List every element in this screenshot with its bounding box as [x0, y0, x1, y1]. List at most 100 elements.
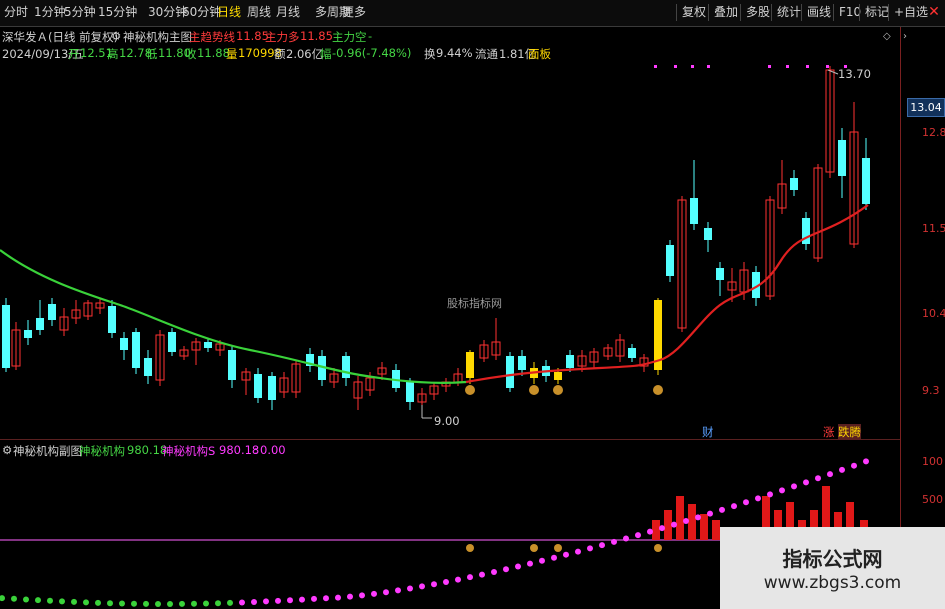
sub-signal-dot	[215, 600, 221, 607]
candle-body	[704, 228, 712, 240]
signal-dot	[806, 65, 809, 68]
signal-dot	[768, 65, 771, 68]
money-bag-icon	[465, 385, 475, 395]
sub-signal-dot	[263, 598, 269, 605]
sub-signal-dot	[143, 600, 149, 607]
signal-dot	[826, 65, 829, 68]
sub-signal-dot	[155, 600, 161, 607]
sub-signal-dot	[119, 600, 125, 607]
right-axis-divider	[900, 27, 901, 609]
candle-body	[566, 355, 574, 368]
sub-signal-dot	[839, 466, 845, 473]
sub-signal-dot	[767, 491, 773, 498]
candle-body	[144, 358, 152, 376]
candle-body	[228, 350, 236, 380]
sub-signal-dot	[515, 563, 521, 570]
candle-body	[342, 356, 350, 378]
sub-signal-dot	[383, 589, 389, 596]
sub-signal-dot	[599, 542, 605, 549]
money-bag-icon	[529, 385, 539, 395]
sub-signal-dot	[791, 483, 797, 490]
candle-body	[48, 304, 56, 320]
sub-signal-dot	[467, 574, 473, 581]
sub-signal-dot	[323, 595, 329, 602]
close-icon[interactable]: ✕	[925, 3, 943, 21]
sub-signal-dot	[47, 597, 53, 604]
sub-signal-dot	[131, 600, 137, 607]
sub-bag-icon	[466, 544, 474, 552]
y-tick-4: 9.3	[922, 384, 940, 397]
sub-signal-dot	[275, 597, 281, 604]
sub-signal-dot	[179, 600, 185, 607]
sub-signal-dot	[299, 596, 305, 603]
sub-signal-dot	[395, 587, 401, 594]
candle-body	[554, 372, 562, 380]
candle-body	[690, 198, 698, 224]
sub-signal-dot	[827, 471, 833, 478]
candle-body	[506, 356, 514, 388]
sub-volume-bar	[676, 496, 684, 540]
sub-signal-dot	[59, 598, 65, 605]
sub-signal-dot	[227, 599, 233, 606]
sub-signal-dot	[347, 593, 353, 600]
sub-signal-dot	[203, 600, 209, 607]
sub-signal-dot	[431, 581, 437, 588]
sub-signal-dot	[719, 506, 725, 513]
sub-signal-dot	[815, 475, 821, 482]
sub-volume-bar	[688, 504, 696, 540]
sub-signal-dot	[527, 560, 533, 567]
sub-signal-dot	[575, 548, 581, 555]
kline-chart[interactable]	[0, 0, 900, 609]
candle-body	[518, 356, 526, 370]
sub-signal-dot	[83, 599, 89, 606]
sub-signal-dot	[107, 600, 113, 607]
candle-body	[2, 305, 10, 368]
y-tick-2: 11.5	[922, 222, 945, 235]
sub-signal-dot	[251, 598, 257, 605]
sub-bag-icon	[554, 544, 562, 552]
sub-volume-bar	[712, 520, 720, 540]
sub-volume-bar	[652, 520, 660, 540]
sub-signal-dot	[359, 592, 365, 599]
candle-body	[36, 318, 44, 330]
signal-dot	[786, 65, 789, 68]
sub-signal-dot	[695, 514, 701, 521]
candle-body	[466, 352, 474, 378]
sub-signal-dot	[23, 596, 29, 603]
sub-y-tick-1: 100	[922, 455, 943, 468]
candle-body	[24, 330, 32, 338]
candle-body	[108, 306, 116, 333]
sub-bag-icon	[654, 544, 662, 552]
candle-body	[790, 178, 798, 190]
candle-body	[132, 332, 140, 368]
expand-icon[interactable]: ›	[903, 31, 907, 42]
signal-dot	[691, 65, 694, 68]
sub-signal-dot	[311, 595, 317, 602]
candle-body	[862, 158, 870, 204]
sub-signal-dot	[755, 495, 761, 502]
sub-signal-dot	[779, 487, 785, 494]
sub-signal-dot	[95, 599, 101, 606]
candle-body	[716, 268, 724, 280]
sub-signal-dot	[659, 525, 665, 532]
sub-signal-dot	[551, 554, 557, 561]
sub-signal-dot	[287, 597, 293, 604]
sub-signal-dot	[683, 517, 689, 524]
sub-signal-dot	[167, 600, 173, 607]
sub-signal-dot	[371, 590, 377, 597]
y-tick-3: 10.4	[922, 307, 945, 320]
signal-dot	[674, 65, 677, 68]
candle-body	[628, 348, 636, 358]
candle-body	[406, 382, 414, 402]
candle-body	[254, 374, 262, 398]
sub-signal-dot	[587, 545, 593, 552]
sub-signal-dot	[335, 594, 341, 601]
y-tick-1: 12.8	[922, 126, 945, 139]
sub-signal-dot	[731, 503, 737, 510]
sub-signal-dot	[443, 578, 449, 585]
candle-body	[666, 245, 674, 276]
candle-body	[268, 376, 276, 400]
sub-signal-dot	[455, 576, 461, 583]
sub-signal-dot	[635, 532, 641, 539]
watermark-url: www.zbgs3.com	[763, 573, 902, 593]
